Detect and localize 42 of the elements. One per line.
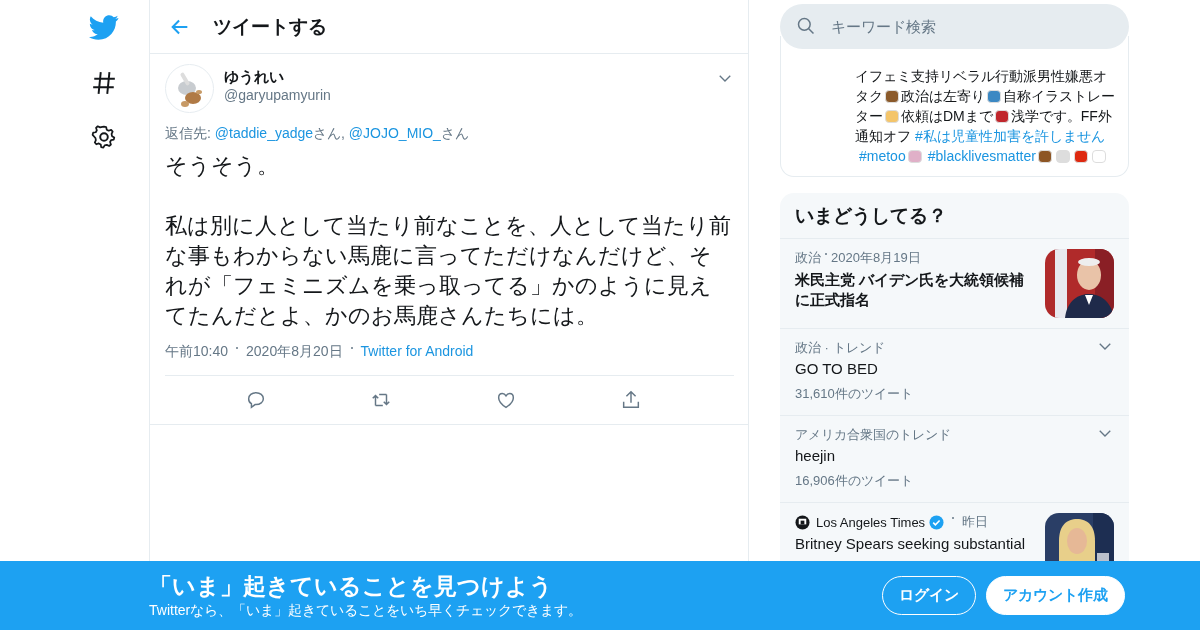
tweet-time[interactable]: 午前10:40 <box>165 343 229 361</box>
trend-category: 政治 · トレンド <box>795 339 886 357</box>
settings-icon[interactable] <box>90 124 117 150</box>
trend-category: アメリカ合衆国のトレンド <box>795 426 952 444</box>
trend-item[interactable]: 政治 2020年8月19日 米民主党 バイデン氏を大統領候補に正式指名 <box>780 239 1129 329</box>
source-link[interactable]: Twitter for Android <box>360 343 474 361</box>
trend-time: 昨日 <box>962 513 989 531</box>
trends-title: いまどうしてる？ <box>795 203 947 228</box>
publisher-logo-icon <box>795 514 810 530</box>
tweet-count: 31,610件のツイート <box>795 385 914 403</box>
hashtag-link[interactable]: #私は児童性加害を許しません <box>914 128 1105 144</box>
tweet-text: そうそう。 <box>165 152 280 180</box>
search-field[interactable]: キーワード検索 <box>780 4 1129 49</box>
author-name[interactable]: ゆうれい <box>224 68 331 87</box>
reply-label: 返信先: <box>165 125 212 141</box>
reply-label: さん, <box>313 125 346 141</box>
trend-name: heejin <box>795 447 837 464</box>
mention-link[interactable]: @taddie_yadge <box>214 125 314 141</box>
signup-button[interactable]: アカウント作成 <box>986 576 1125 615</box>
news-headline: Britney Spears seeking substantial <box>795 534 1027 554</box>
author-handle[interactable]: @garyupamyurin <box>224 87 331 103</box>
reply-label: さん <box>440 125 469 141</box>
bird-logo-icon[interactable] <box>88 12 119 42</box>
trend-item[interactable]: 政治 · トレンド GO TO BED 31,610件のツイート <box>780 329 1129 416</box>
hashtag-icon[interactable] <box>90 70 117 96</box>
profile-bio: イフェミ支持リベラル行動派男性嫌悪オタク 政治は左寄り 自称イラストレーター 依頼はDMまで 浅学です。FF外通知オフ #私は児童性加害を許しません #metoo #blacklivesmatter <box>855 67 1116 166</box>
trend-item[interactable]: アメリカ合衆国のトレンド heejin 16,906件のツイート <box>780 416 1129 503</box>
search-icon <box>796 16 816 36</box>
banner-subtitle: Twitterなら、「いま」起きていることをいち早くチェックできます。 <box>149 602 583 620</box>
tweet-count: 16,906件のツイート <box>795 472 914 490</box>
trend-name: GO TO BED <box>795 360 879 377</box>
mention-link[interactable]: @JOJO_MIO_ <box>348 125 441 141</box>
page-title: ツイートする <box>213 14 327 39</box>
hashtag-link[interactable]: #metoo <box>859 148 906 164</box>
trend-time: 2020年8月19日 <box>831 249 921 267</box>
publisher-name: Los Angeles Times <box>816 514 926 530</box>
news-headline: 米民主党 バイデン氏を大統領候補に正式指名 <box>795 270 1026 310</box>
tweet-text: 私は別に人として当たり前なことを、人として当たり前な事もわからない馬鹿に言ってただけなんだけど、それが「フェミニズムを乗っ取ってる」かのように見えてたんだとよ、かのお馬鹿さんたちには。 <box>165 212 732 330</box>
trend-category: 政治 <box>795 249 821 267</box>
banner-title: 「いま」起きていることを見つけよう <box>149 572 554 601</box>
tweet-date[interactable]: 2020年8月20日 <box>246 343 343 361</box>
hashtag-link[interactable]: #blacklivesmatter <box>927 148 1036 164</box>
